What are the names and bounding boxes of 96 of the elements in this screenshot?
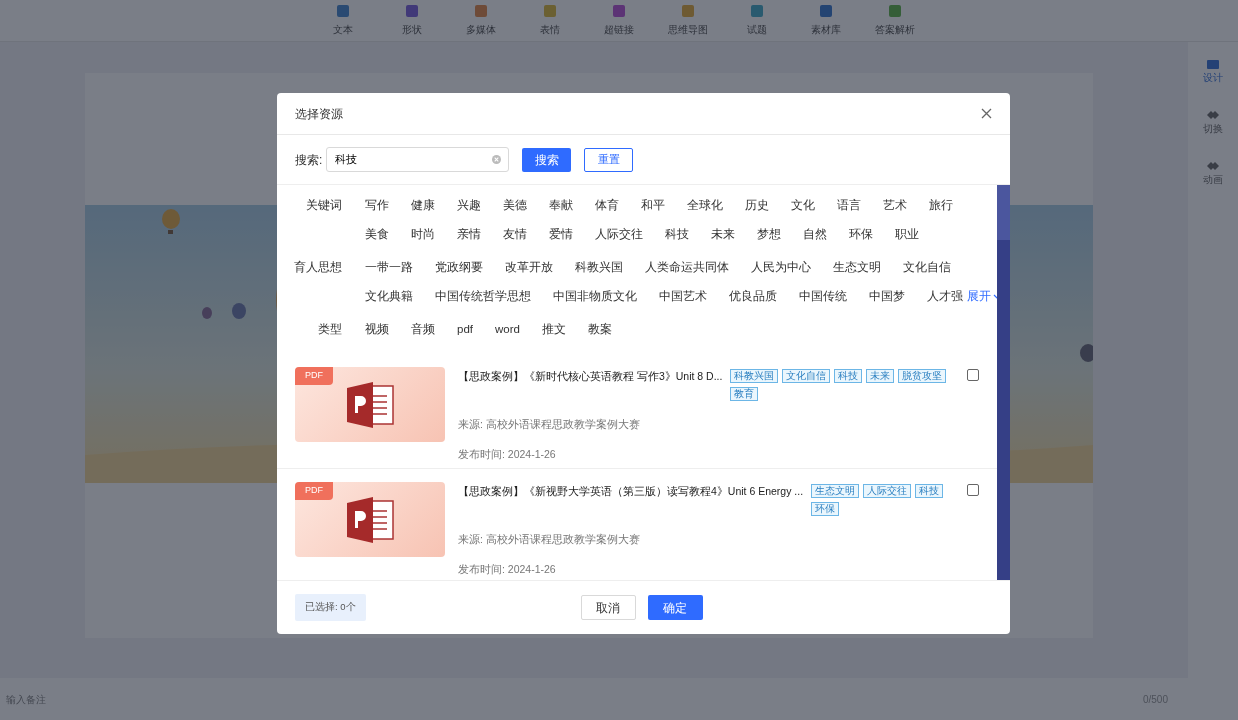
filter-tag[interactable]: 艺术 [883, 196, 907, 215]
topic-tag: 生态文明 [811, 484, 860, 498]
filter-tag[interactable]: 和平 [641, 196, 665, 215]
filter-tag[interactable]: 人民为中心 [751, 258, 811, 277]
topic-tag: 环保 [811, 502, 840, 516]
filter-tag[interactable]: 全球化 [687, 196, 723, 215]
filter-tag[interactable]: 人才强 [927, 287, 963, 306]
filter-tag[interactable]: 中国艺术 [659, 287, 707, 306]
resource-title[interactable]: 【思政案例】《新视野大学英语（第三版）读写教程4》Unit 6 Energy ... [458, 484, 804, 500]
publish-date: 发布时间: 2024-1-26 [458, 446, 557, 462]
tool-icon[interactable] [543, 4, 557, 18]
filter-tag[interactable]: 职业 [895, 225, 919, 244]
filter-tag[interactable]: 时尚 [411, 225, 435, 244]
filter-tag[interactable]: pdf [457, 320, 473, 339]
filter-tag[interactable]: 体育 [595, 196, 619, 215]
filter-label: 育人思想 [293, 259, 342, 276]
checkbox[interactable] [967, 484, 979, 496]
tool-icon[interactable] [474, 4, 488, 18]
selected-count: 已选择: 0个 [295, 594, 366, 621]
filter-tag[interactable]: 文化典籍 [365, 287, 413, 306]
resource-source: 来源: 高校外语课程思政教学案例大赛 [458, 417, 641, 432]
filter-tag[interactable]: 音频 [411, 320, 435, 339]
search-button[interactable]: 搜索 [522, 147, 572, 172]
filter-tag[interactable]: 友情 [503, 225, 527, 244]
tool-icon[interactable] [681, 4, 695, 18]
tool-icon[interactable] [405, 4, 419, 18]
filter-tag[interactable]: 历史 [745, 196, 769, 215]
filter-tag[interactable]: 中国传统 [799, 287, 847, 306]
filter-tag[interactable]: 文化自信 [903, 258, 951, 277]
diamond-icon[interactable] [1206, 109, 1220, 121]
filter-tag[interactable]: 科教兴国 [575, 258, 623, 277]
topic-tag: 科技 [915, 484, 944, 498]
tool-icon[interactable] [819, 4, 833, 18]
filter-tag[interactable]: 中国传统哲学思想 [435, 287, 531, 306]
topic-tag: 人际交往 [863, 484, 912, 498]
tool-icon[interactable] [612, 4, 626, 18]
filter-tag[interactable]: 教案 [587, 320, 612, 339]
filter-tag[interactable]: 优良品质 [729, 287, 777, 306]
filter-tag[interactable]: 梦想 [757, 225, 781, 244]
filter-tag[interactable]: 人类命运共同体 [645, 258, 729, 277]
tool-icon[interactable] [750, 4, 764, 18]
clear-icon[interactable] [492, 155, 502, 164]
filter-tag[interactable]: 自然 [803, 225, 827, 244]
filter-tag[interactable]: 改革开放 [505, 258, 553, 277]
filter-tag[interactable]: 爱情 [549, 225, 573, 244]
filter-tag[interactable]: 语言 [837, 196, 861, 215]
file-type-badge: PDF [295, 482, 333, 500]
filter-tag[interactable]: 兴趣 [457, 196, 481, 215]
topic-tag: 脱贫攻坚 [898, 369, 947, 383]
confirm-button[interactable]: 确定 [647, 595, 703, 620]
topic-tag: 文化自信 [782, 369, 831, 383]
expand-link[interactable]: 展开 [967, 287, 991, 306]
filter-tag[interactable]: 美德 [503, 196, 527, 215]
cancel-button[interactable]: 取消 [580, 595, 636, 620]
filter-tag[interactable]: 环保 [849, 225, 873, 244]
resource-source: 来源: 高校外语课程思政教学案例大赛 [458, 532, 641, 547]
close-icon[interactable] [981, 108, 992, 119]
publish-date: 发布时间: 2024-1-26 [458, 561, 557, 577]
filter-tag[interactable]: 科技 [665, 225, 689, 244]
filter-tag[interactable]: 一带一路 [365, 258, 413, 277]
filter-tag[interactable]: 党政纲要 [435, 258, 483, 277]
filter-tag[interactable]: 亲情 [457, 225, 481, 244]
filter-tag[interactable]: 中国非物质文化 [553, 287, 637, 306]
filter-tag[interactable]: 写作 [365, 196, 389, 215]
scrollbar-thumb[interactable] [997, 185, 1010, 240]
dialog-title: 选择资源 [295, 105, 343, 123]
filter-tag[interactable]: 人际交往 [595, 225, 643, 244]
document-icon [345, 495, 395, 545]
topic-tag: 未来 [866, 369, 895, 383]
filter-tag[interactable]: 健康 [411, 196, 435, 215]
filter-label: 关键词 [305, 197, 342, 214]
filter-tag[interactable]: word [495, 320, 520, 339]
checkbox[interactable] [967, 369, 979, 381]
filter-tag[interactable]: 推文 [541, 320, 566, 339]
search-field[interactable]: 科技 [326, 147, 510, 172]
filter-tag[interactable]: 中国梦 [869, 287, 905, 306]
filter-tag[interactable]: 旅行 [929, 196, 953, 215]
filter-tag[interactable]: 未来 [711, 225, 735, 244]
topic-tag: 科技 [834, 369, 863, 383]
filter-tag[interactable]: 生态文明 [833, 258, 881, 277]
topic-tag: 教育 [730, 387, 759, 401]
document-icon [345, 380, 395, 430]
filter-label: 类型 [317, 321, 342, 338]
search-label: 搜索: [295, 151, 323, 169]
tool-icon[interactable] [888, 4, 902, 18]
topic-tag: 科教兴国 [730, 369, 779, 383]
resource-title[interactable]: 【思政案例】《新时代核心英语教程 写作3》Unit 8 D... [458, 369, 723, 385]
file-type-badge: PDF [295, 367, 333, 385]
reset-button[interactable]: 重置 [584, 147, 634, 172]
filter-tag[interactable]: 美食 [365, 225, 389, 244]
diamond-icon[interactable] [1206, 160, 1220, 172]
filter-tag[interactable]: 视频 [365, 320, 389, 339]
filter-tag[interactable]: 奉献 [549, 196, 573, 215]
tool-icon[interactable] [336, 4, 350, 18]
filter-tag[interactable]: 文化 [791, 196, 815, 215]
panel-icon[interactable] [1206, 58, 1220, 70]
